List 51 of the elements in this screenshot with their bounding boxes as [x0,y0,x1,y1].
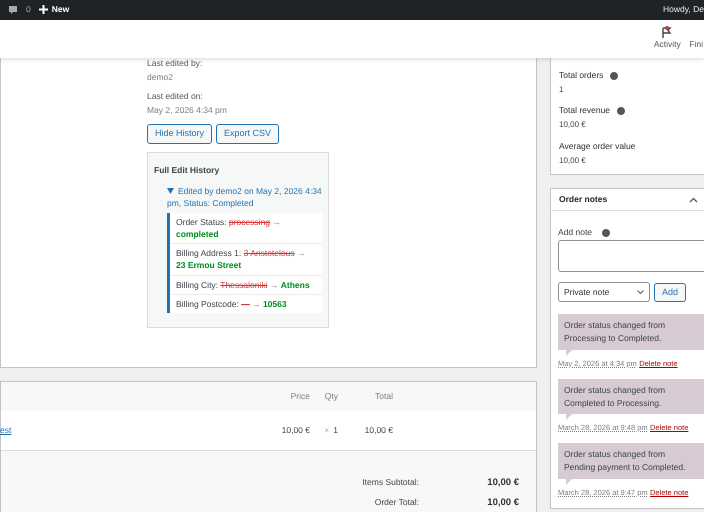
field-label: Last edited on: [147,91,204,102]
history-entry-toggle[interactable]: Edited by demo2 on May 2, 2026 4:34 pm, Status: Completed [167,184,322,210]
chevron-up-icon[interactable] [689,196,698,203]
plus-icon [38,5,48,14]
new-link[interactable]: New [38,4,70,16]
triangle-icon[interactable] [167,188,174,194]
stat-label: Total revenue [559,105,610,116]
history-title: Full Edit History [154,164,220,176]
header-tab[interactable]: Fini [689,20,703,58]
price-cell-text: 10,00 € [280,425,310,437]
change-line: Order Status: processing → completed [170,212,322,244]
greeting-link[interactable]: Howdy, De [663,4,704,16]
change-line: Billing Postcode: — → 10563 [175,298,288,312]
note-tail-icon [566,478,572,485]
history-button[interactable]: Export CSV [216,124,280,144]
stat-value: 10,00 € [559,156,587,166]
note-tail-icon [566,414,572,420]
comment-icon[interactable] [8,4,18,15]
change-line: Billing Address 1: 3 Aristotelous → 23 Ermou Street [170,244,322,276]
panel-title: Order notes [559,194,608,206]
stat-value: 1 [559,85,564,96]
note-tail-icon [566,350,572,356]
stat-label: Total orders [559,70,604,80]
help-icon[interactable] [617,107,626,116]
total-label: Order Total: [374,497,419,510]
field-value: May 2, 2026 4:34 pm [147,105,228,116]
history-button[interactable]: Hide History [147,124,212,144]
flag-icon [661,26,674,39]
note-field[interactable] [558,240,704,272]
column-header: Price [290,390,310,402]
total-value: 10,00 € [486,477,519,490]
total-cell-text: 10,00 € [364,425,393,437]
stat-value: 10,00 € [559,120,587,131]
stat-label: Average order value [559,140,636,151]
add-note-button[interactable]: Add [654,282,686,302]
header-tab[interactable]: Activity [647,20,688,58]
product-link[interactable]: est [0,425,270,450]
help-icon[interactable] [602,228,610,237]
total-label: Items Subtotal: [362,477,419,489]
caret-icon [637,290,644,294]
total-value: 10,00 € [486,497,519,510]
field-value: demo2 [147,72,174,84]
column-header: Total [374,390,393,402]
quantity-cell-text: × 1 [323,425,338,437]
change-line: Billing City: Thessaloniki → Athens [170,276,322,296]
comment-count[interactable]: 0 [26,4,31,16]
column-header: Qty [324,390,338,402]
field-label: Last edited by: [147,58,204,70]
help-icon[interactable] [610,72,618,80]
note-type-select[interactable]: Private note [558,282,650,302]
field-label: Add note [558,227,592,238]
